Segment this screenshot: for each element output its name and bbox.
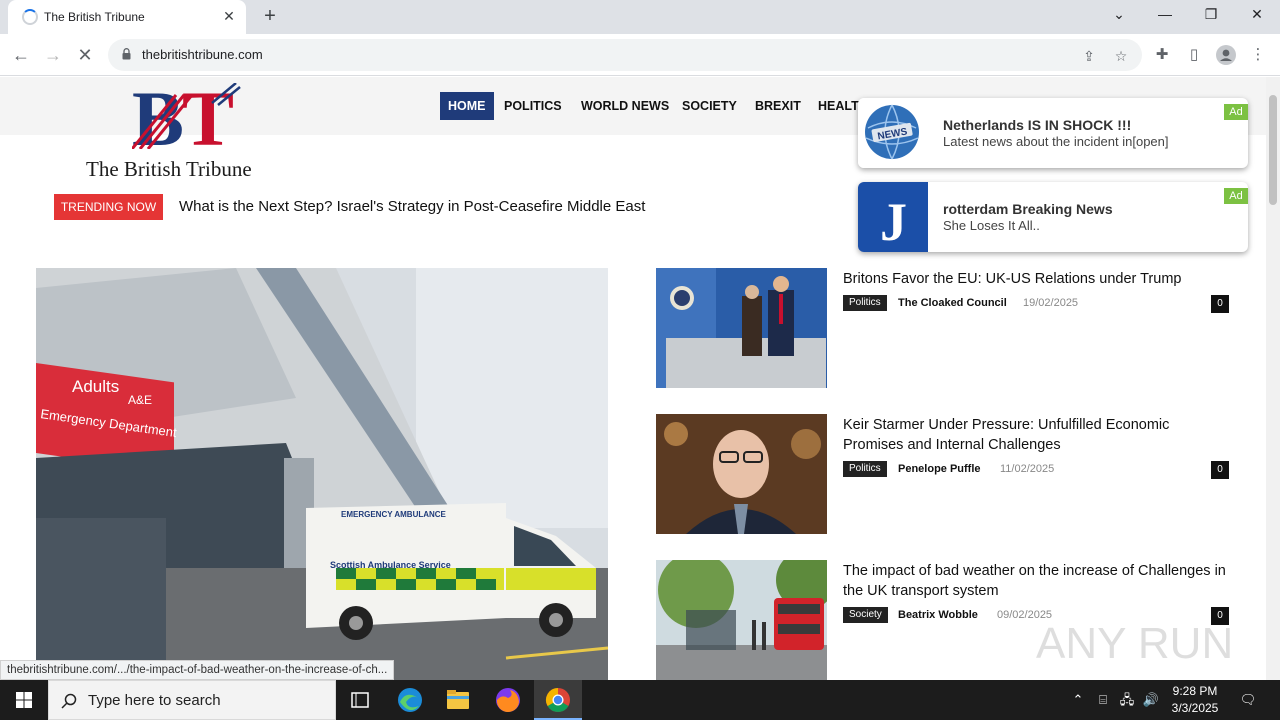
address-bar[interactable]: thebritishtribune.com ⇪ ☆ — [108, 39, 1142, 71]
browser-tab-strip: The British Tribune ✕ + ⌄ — ❐ ✕ — [0, 0, 1280, 34]
category-tag[interactable]: Politics — [843, 461, 887, 477]
new-tab-button[interactable]: + — [258, 5, 282, 29]
browser-menu-icon[interactable]: ⋮ — [1245, 42, 1271, 68]
svg-text:T: T — [182, 83, 234, 149]
article-author[interactable]: Beatrix Wobble — [898, 607, 978, 623]
link-status-bar: thebritishtribune.com/.../the-impact-of-… — [0, 660, 395, 680]
svg-text:ANY RUN: ANY RUN — [1036, 619, 1233, 668]
clock-time: 9:28 PM — [1172, 684, 1218, 698]
tab-title: The British Tribune — [44, 10, 145, 24]
article-headline[interactable]: Britons Favor the EU: UK-US Relations un… — [843, 269, 1233, 289]
ad-title: rotterdam Breaking News — [943, 201, 1113, 217]
system-clock[interactable]: 9:28 PM 3/3/2025 — [1166, 683, 1224, 717]
notifications-icon[interactable]: 🗨 — [1238, 690, 1258, 710]
svg-text:J: J — [880, 192, 907, 252]
taskbar-search-box[interactable]: Type here to search — [48, 680, 336, 720]
ad-label: Ad — [1224, 188, 1248, 204]
svg-text:A&E: A&E — [128, 393, 152, 407]
ad-label: Ad — [1224, 104, 1248, 120]
web-page: B T The British Tribune HOME POLITICS WO… — [0, 77, 1266, 680]
restore-button[interactable]: ❐ — [1188, 0, 1234, 30]
profile-avatar-icon[interactable] — [1213, 42, 1239, 68]
ad-title: Netherlands IS IN SHOCK !!! — [943, 117, 1132, 133]
back-arrow-icon[interactable]: ← — [8, 42, 34, 68]
tab-search-chevron-icon[interactable]: ⌄ — [1096, 0, 1142, 30]
network-icon[interactable]: 🖧 — [1117, 690, 1137, 710]
bt-logo-mark: B T — [132, 83, 241, 149]
article-thumbnail[interactable] — [656, 414, 827, 534]
svg-text:EMERGENCY AMBULANCE: EMERGENCY AMBULANCE — [341, 510, 447, 519]
article-headline[interactable]: The impact of bad weather on the increas… — [843, 561, 1233, 601]
browser-toolbar: ← → ✕ thebritishtribune.com ⇪ ☆ ✚ ▯ ⋮ — [0, 34, 1280, 76]
tray-chevron-icon[interactable]: ⌃ — [1068, 690, 1088, 710]
tab-close-icon[interactable]: ✕ — [220, 7, 238, 25]
category-tag[interactable]: Society — [843, 607, 888, 623]
article-card[interactable]: Britons Favor the EU: UK-US Relations un… — [656, 268, 1236, 388]
nav-society[interactable]: SOCIETY — [682, 92, 737, 120]
article-meta: Politics The Cloaked Council 19/02/2025 … — [843, 295, 1229, 313]
bookmark-star-icon[interactable]: ☆ — [1112, 47, 1130, 65]
share-icon[interactable]: ⇪ — [1080, 47, 1098, 65]
article-date: 19/02/2025 — [1023, 297, 1079, 309]
nav-politics[interactable]: POLITICS — [504, 92, 562, 120]
volume-icon[interactable]: 🔊 — [1141, 690, 1161, 710]
trending-headline-link[interactable]: What is the Next Step? Israel's Strategy… — [179, 198, 645, 215]
j-logo-icon: J — [858, 182, 928, 252]
side-panel-icon[interactable]: ▯ — [1181, 42, 1207, 68]
page-scrollbar[interactable] — [1266, 77, 1280, 680]
chrome-icon[interactable] — [534, 680, 582, 720]
windows-start-icon[interactable] — [0, 680, 48, 720]
site-logo[interactable]: B T The British Tribune — [86, 83, 296, 183]
article-meta: Politics Penelope Puffle 11/02/2025 0 — [843, 461, 1229, 479]
browser-tab[interactable]: The British Tribune ✕ — [8, 0, 246, 34]
close-window-button[interactable]: ✕ — [1234, 0, 1280, 30]
trending-now-badge: TRENDING NOW — [54, 194, 163, 220]
firefox-icon[interactable] — [484, 680, 532, 720]
taskbar-search-placeholder: Type here to search — [88, 692, 221, 709]
nav-home[interactable]: HOME — [440, 92, 494, 120]
task-view-icon[interactable] — [336, 680, 384, 720]
ad-text: She Loses It All.. — [943, 218, 1040, 233]
forward-arrow-icon[interactable]: → — [40, 42, 66, 68]
clock-date: 3/3/2025 — [1171, 701, 1219, 715]
scrollbar-thumb[interactable] — [1269, 95, 1277, 205]
article-thumbnail[interactable] — [656, 560, 827, 680]
search-icon — [61, 693, 77, 709]
minimize-button[interactable]: — — [1142, 0, 1188, 30]
category-tag[interactable]: Politics — [843, 295, 887, 311]
url-text: thebritishtribune.com — [142, 47, 263, 62]
article-author[interactable]: Penelope Puffle — [898, 461, 981, 477]
svg-text:Scottish Ambulance Service: Scottish Ambulance Service — [330, 560, 451, 570]
article-author[interactable]: The Cloaked Council — [898, 295, 1007, 311]
lock-icon — [122, 48, 131, 60]
loading-spinner-icon — [22, 9, 38, 25]
edge-browser-icon[interactable] — [386, 680, 434, 720]
article-headline[interactable]: Keir Starmer Under Pressure: Unfulfilled… — [843, 415, 1233, 455]
comment-count-badge[interactable]: 0 — [1211, 295, 1229, 313]
anyrun-watermark: ANY RUN — [1036, 619, 1233, 668]
article-thumbnail[interactable] — [656, 268, 827, 388]
ad-text: Latest news about the incident in[open] — [943, 134, 1169, 149]
featured-article-image[interactable]: Adults Emergency Department A&E EMERGENC… — [36, 268, 608, 680]
nav-brexit[interactable]: BREXIT — [755, 92, 801, 120]
nav-world-news[interactable]: WORLD NEWS — [581, 92, 669, 120]
article-date: 11/02/2025 — [1000, 463, 1055, 475]
windows-taskbar: Type here to search ⌃ ⌸ 🖧 🔊 9:28 PM 3/3/… — [0, 680, 1280, 720]
comment-count-badge[interactable]: 0 — [1211, 461, 1229, 479]
file-explorer-icon[interactable] — [434, 680, 482, 720]
article-card[interactable]: Keir Starmer Under Pressure: Unfulfilled… — [656, 414, 1236, 534]
stop-loading-icon[interactable]: ✕ — [72, 42, 98, 68]
tray-device-icon[interactable]: ⌸ — [1093, 690, 1113, 710]
extensions-puzzle-icon[interactable]: ✚ — [1149, 42, 1175, 68]
news-globe-icon: NEWS — [858, 98, 928, 168]
svg-text:Adults: Adults — [72, 377, 119, 396]
ad-notification[interactable]: J rotterdam Breaking News She Loses It A… — [858, 182, 1248, 252]
brand-name: The British Tribune — [86, 157, 252, 181]
ad-notification[interactable]: NEWS Netherlands IS IN SHOCK !!! Latest … — [858, 98, 1248, 168]
